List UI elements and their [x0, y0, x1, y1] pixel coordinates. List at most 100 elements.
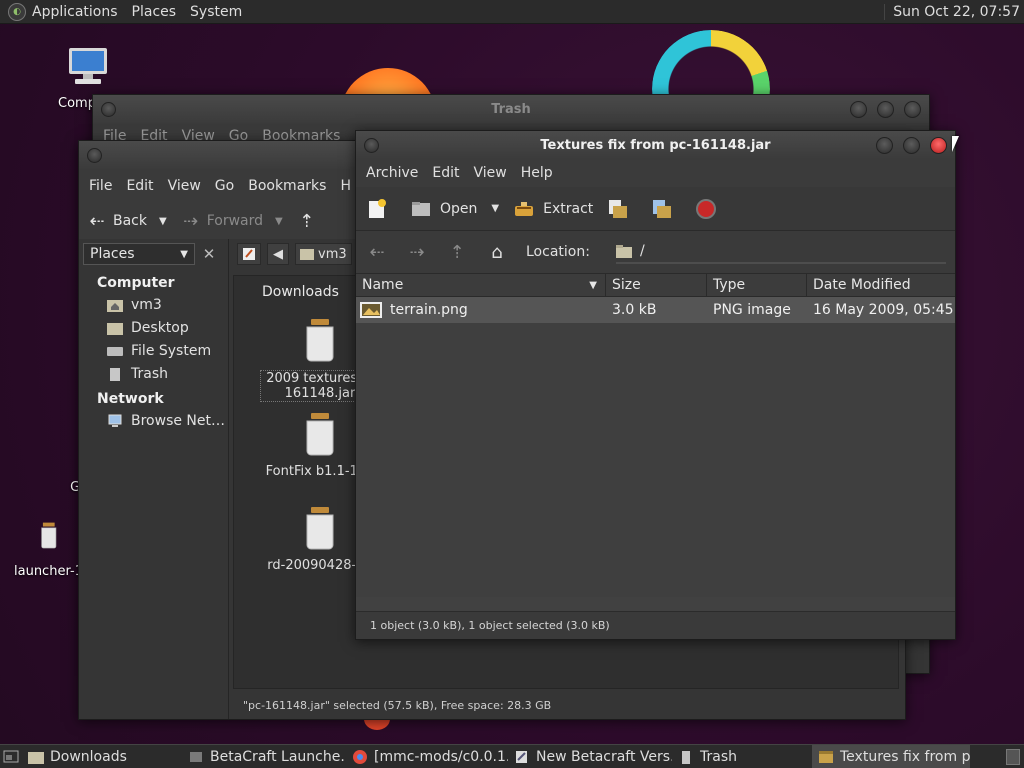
home-folder-icon [107, 299, 123, 312]
menu-edit[interactable]: Edit [432, 165, 459, 181]
forward-icon[interactable]: ⇢ [406, 241, 428, 263]
arrow-right-icon: ⇢ [183, 210, 199, 232]
close-icon[interactable]: ✕ [199, 244, 219, 264]
chevron-down-icon[interactable]: ▼ [159, 216, 167, 227]
maximize-button[interactable] [877, 101, 894, 118]
close-button[interactable] [904, 101, 921, 118]
taskbar-item-label: Trash [700, 748, 737, 765]
sidebar-item-desktop[interactable]: Desktop [79, 316, 228, 339]
taskbar-item-trash[interactable]: Trash [672, 745, 812, 768]
menu-view[interactable]: View [168, 178, 201, 194]
trash-titlebar[interactable]: Trash [93, 95, 929, 123]
location-path: / [639, 243, 645, 259]
taskbar-item-chrome[interactable]: [mmc-mods/c0.0.1... [346, 745, 508, 768]
menu-system[interactable]: System [190, 4, 242, 20]
arrow-up-icon: ⇡ [299, 210, 315, 232]
sidebar-item-browse-network[interactable]: Browse Net… [79, 409, 228, 432]
taskbar-item-label: New Betacraft Vers... [536, 748, 672, 765]
back-button[interactable]: ⇠ Back ▼ [87, 210, 167, 232]
edit-location-button[interactable] [237, 243, 261, 265]
menu-archive[interactable]: Archive [366, 165, 418, 181]
home-folder-icon [300, 249, 314, 260]
sidebar-item-label: Trash [131, 365, 168, 382]
window-menu-button[interactable] [101, 102, 116, 117]
extract-icon [515, 201, 534, 216]
up-icon[interactable]: ⇡ [446, 241, 468, 263]
open-button[interactable]: Open ▼ [410, 198, 499, 220]
arrow-left-icon: ⇠ [89, 210, 105, 232]
main-menu-icon[interactable]: ◐ [8, 2, 26, 21]
sidebar-item-trash[interactable]: Trash [79, 362, 228, 385]
menu-help[interactable]: H [340, 178, 351, 194]
file-list-header: Name ▼ Size Type Date Modified [356, 273, 955, 297]
computer-icon [69, 48, 107, 84]
sidebar-item-label: Desktop [131, 319, 189, 336]
menu-go[interactable]: Go [215, 178, 234, 194]
taskbar-item-label: [mmc-mods/c0.0.1... [374, 748, 508, 765]
back-icon[interactable]: ⇠ [366, 241, 388, 263]
maximize-button[interactable] [903, 137, 920, 154]
menu-file[interactable]: File [89, 178, 112, 194]
show-desktop-button[interactable] [0, 745, 22, 768]
file-size: 3.0 kB [612, 302, 657, 318]
taskbar-item-downloads[interactable]: Downloads [22, 745, 182, 768]
location-field[interactable]: / [615, 240, 946, 264]
home-icon[interactable]: ⌂ [486, 241, 508, 263]
path-scroll-left-button[interactable]: ◀ [267, 243, 289, 265]
menu-edit[interactable]: Edit [126, 178, 153, 194]
archive-titlebar[interactable]: Textures fix from pc-161148.jar [356, 131, 955, 159]
column-type[interactable]: Type [707, 274, 807, 296]
path-crumb-label: vm3 [318, 246, 347, 262]
chevron-down-icon[interactable]: ▼ [491, 203, 499, 214]
extract-label: Extract [543, 200, 594, 217]
close-button[interactable] [930, 137, 947, 154]
archive-statusbar: 1 object (3.0 kB), 1 object selected (3.… [356, 611, 955, 639]
forward-button[interactable]: ⇢ Forward ▼ [181, 210, 283, 232]
folder-heading: Downloads [262, 284, 339, 300]
add-files-button[interactable] [607, 198, 637, 220]
extract-button[interactable]: Extract [513, 198, 593, 220]
jar-icon [41, 522, 57, 549]
back-label: Back [113, 213, 147, 229]
add-folder-button[interactable] [651, 198, 681, 220]
taskbar-item-new-betacraft[interactable]: New Betacraft Vers... [508, 745, 672, 768]
sort-down-icon: ▼ [589, 279, 597, 291]
window-menu-button[interactable] [364, 138, 379, 153]
up-button[interactable]: ⇡ [297, 210, 323, 232]
window-menu-button[interactable] [87, 148, 102, 163]
places-selector[interactable]: Places ▼ [83, 243, 195, 265]
panel-clock[interactable]: Sun Oct 22, 07:57 [884, 3, 1020, 20]
file-list[interactable]: terrain.png 3.0 kB PNG image 16 May 2009… [356, 297, 955, 597]
column-date-modified[interactable]: Date Modified [807, 274, 955, 296]
menu-bookmarks[interactable]: Bookmarks [248, 178, 326, 194]
add-files-icon [609, 199, 628, 218]
menu-places[interactable]: Places [132, 4, 177, 20]
table-row[interactable]: terrain.png 3.0 kB PNG image 16 May 2009… [356, 297, 955, 323]
path-crumb-vm3[interactable]: vm3 [295, 243, 352, 265]
minimize-button[interactable] [876, 137, 893, 154]
column-name[interactable]: Name ▼ [356, 274, 606, 296]
chevron-down-icon[interactable]: ▼ [275, 216, 283, 227]
folder-icon [107, 322, 123, 335]
sidebar-item-file-system[interactable]: File System [79, 339, 228, 362]
file-name: terrain.png [390, 302, 468, 318]
folder-icon [615, 244, 632, 258]
minimize-button[interactable] [850, 101, 867, 118]
taskbar-item-betacraft-launcher[interactable]: BetaCraft Launche... [182, 745, 346, 768]
archive-menubar: Archive Edit View Help [356, 159, 955, 187]
column-size[interactable]: Size [606, 274, 707, 296]
stop-button[interactable] [695, 198, 725, 220]
mouse-cursor-icon [952, 136, 959, 152]
open-label: Open [440, 200, 478, 217]
workspace-switcher[interactable] [1006, 748, 1020, 765]
edit-icon [243, 248, 255, 260]
file-type: PNG image [713, 302, 791, 318]
column-name-label: Name [362, 277, 404, 293]
new-archive-button[interactable] [366, 198, 396, 220]
menu-view[interactable]: View [474, 165, 507, 181]
taskbar-item-label: Textures fix from p... [840, 748, 970, 765]
menu-help[interactable]: Help [521, 165, 553, 181]
taskbar-item-textures-fix[interactable]: Textures fix from p... [812, 744, 970, 768]
sidebar-item-vm3[interactable]: vm3 [79, 293, 228, 316]
menu-applications[interactable]: Applications [32, 4, 118, 20]
